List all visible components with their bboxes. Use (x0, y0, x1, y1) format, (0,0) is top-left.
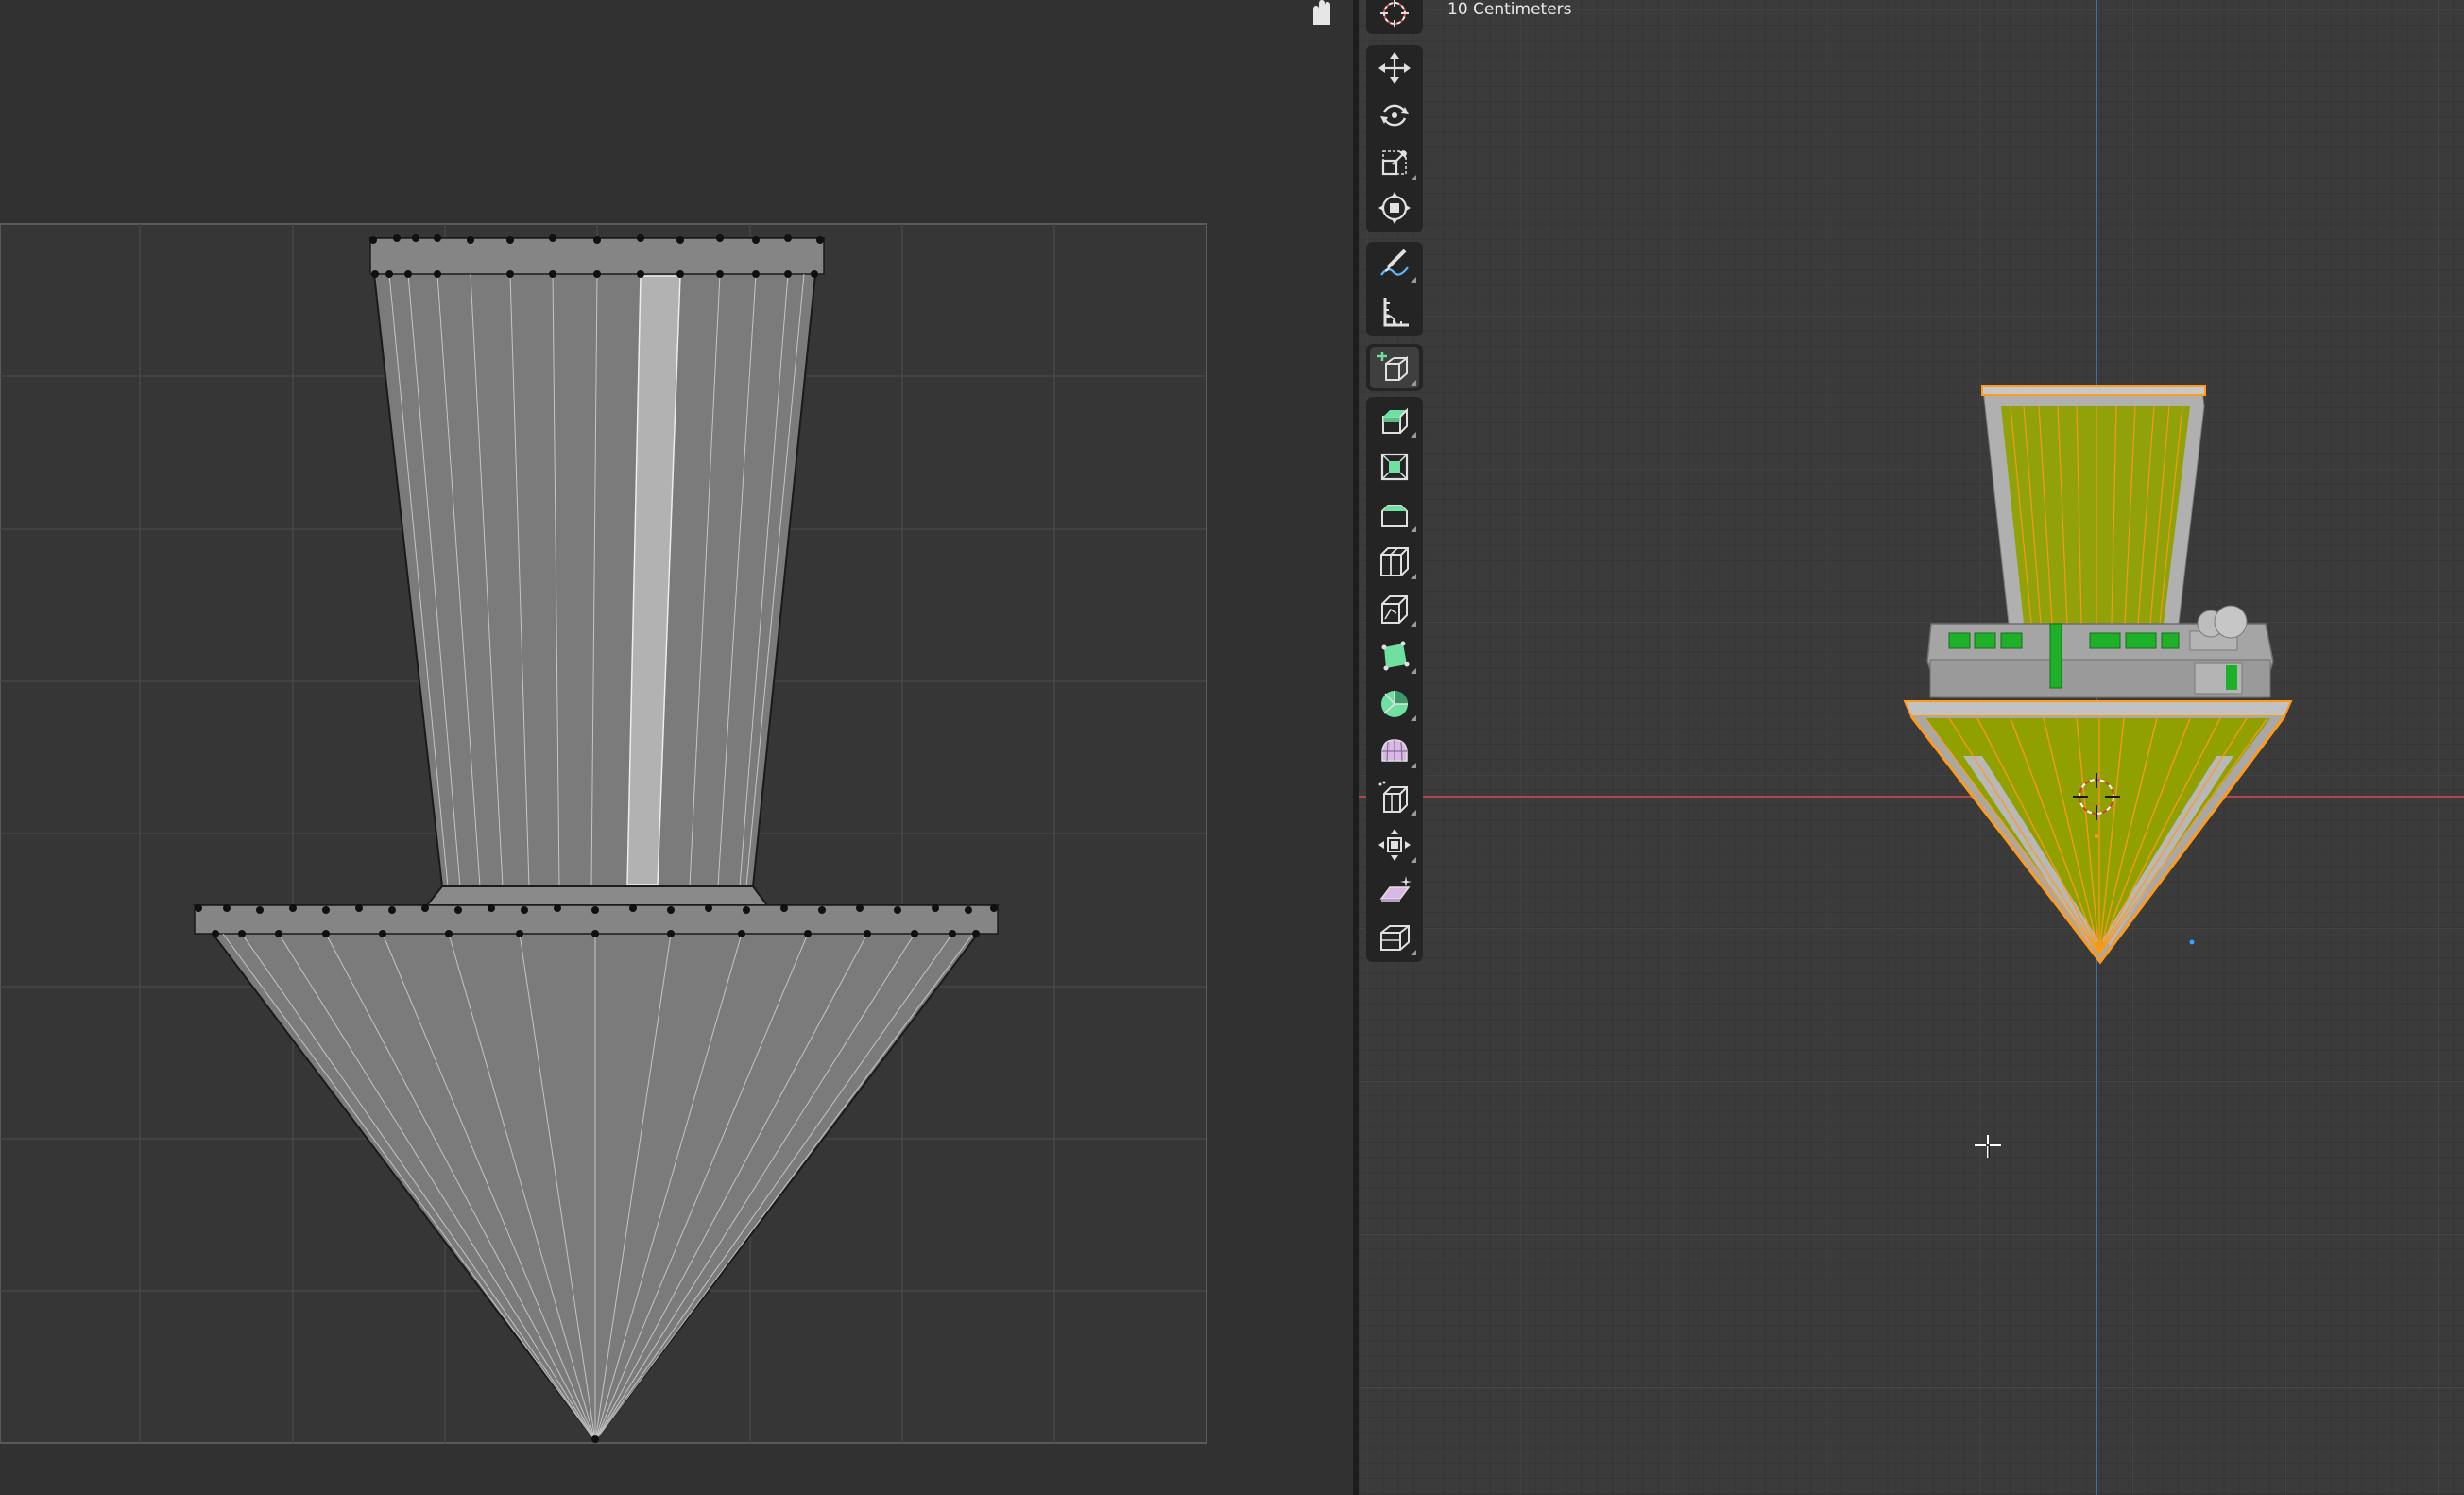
mouse-crosshair-icon (1975, 1135, 2001, 1158)
shear-tool[interactable] (1370, 871, 1419, 913)
shear-icon (1379, 876, 1412, 902)
origin-dot (2095, 834, 2098, 838)
annotate-icon (1380, 249, 1409, 276)
uv-collar[interactable] (424, 885, 769, 906)
grid-scale-label: 10 Centimeters (1447, 0, 1572, 19)
move-icon (1378, 52, 1411, 84)
smooth-icon (1381, 739, 1408, 762)
3d-viewport[interactable] (1359, 0, 2464, 1495)
model-cone[interactable] (1909, 715, 2286, 965)
extrude-region-tool[interactable] (1370, 399, 1419, 440)
tool-group-annotate (1366, 242, 1423, 336)
transform-icon (1378, 192, 1411, 224)
edge-slide-icon (1378, 781, 1408, 813)
scale-tool[interactable] (1370, 142, 1419, 183)
measure-icon (1383, 298, 1409, 327)
tool-group-mesh-edit (1366, 397, 1423, 962)
poly-build-tool[interactable] (1370, 635, 1419, 677)
shrink-fatten-tool[interactable] (1370, 824, 1419, 866)
extrude-icon (1382, 407, 1408, 434)
inset-icon (1380, 453, 1409, 481)
scale-icon (1381, 150, 1407, 176)
tool-group-cursor (1366, 0, 1423, 34)
loop-cut-tool[interactable] (1370, 541, 1419, 582)
rip-region-icon (1380, 925, 1410, 951)
spin-icon (1381, 691, 1408, 717)
rip-region-tool[interactable] (1370, 917, 1419, 958)
rotate-icon (1380, 104, 1409, 127)
tool-group-add (1366, 344, 1423, 391)
shrink-fatten-icon (1378, 829, 1411, 861)
bevel-icon (1381, 505, 1408, 527)
spin-tool[interactable] (1370, 682, 1419, 724)
edge-slide-tool[interactable] (1370, 777, 1419, 818)
bevel-tool[interactable] (1370, 493, 1419, 535)
add-cube-tool[interactable] (1370, 347, 1419, 388)
annotate-tool[interactable] (1370, 244, 1419, 285)
viewport-canvas[interactable] (1359, 0, 2464, 1495)
add-cube-icon (1377, 352, 1408, 381)
inset-faces-tool[interactable] (1370, 446, 1419, 488)
uv-editor[interactable] (0, 0, 1353, 1495)
poly-build-icon (1381, 641, 1410, 671)
smooth-tool[interactable] (1370, 730, 1419, 771)
cursor-tool[interactable] (1370, 0, 1419, 34)
rotate-tool[interactable] (1370, 95, 1419, 136)
uv-canvas[interactable] (0, 0, 1353, 1495)
transform-tool[interactable] (1370, 187, 1419, 229)
model-skirt-rim[interactable] (1903, 700, 2293, 717)
tool-shelf (1366, 0, 1423, 964)
model-upper-cylinder[interactable] (1981, 385, 2206, 625)
light-dot (2189, 939, 2195, 945)
move-tool[interactable] (1370, 47, 1419, 89)
cursor-icon (1380, 0, 1409, 27)
knife-icon (1381, 595, 1408, 624)
hand-pan-icon[interactable] (1306, 0, 1338, 25)
loop-cut-icon (1380, 547, 1409, 576)
knife-tool[interactable] (1370, 588, 1419, 629)
tool-group-transform (1366, 45, 1423, 232)
measure-tool[interactable] (1370, 291, 1419, 333)
